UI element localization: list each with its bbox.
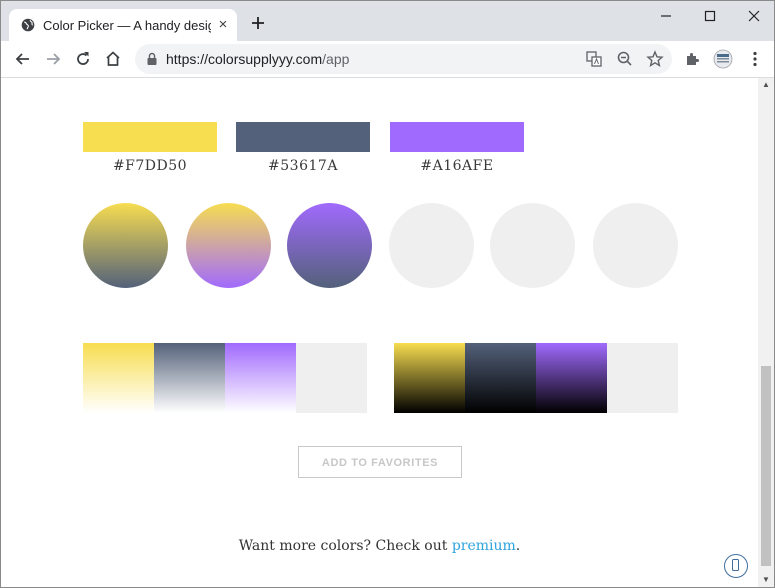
forward-icon[interactable] xyxy=(43,49,63,69)
fade-black-purple[interactable] xyxy=(536,343,607,413)
close-tab-icon[interactable]: × xyxy=(215,17,231,33)
fade-white-purple[interactable] xyxy=(225,343,296,413)
hex-label: #F7DD50 xyxy=(112,158,188,174)
page-scrollbar[interactable]: ▲ ▼ xyxy=(758,78,774,587)
address-bar[interactable]: https://colorsupplyyy.com/app xyxy=(135,44,672,74)
bookmark-star-icon[interactable] xyxy=(645,49,665,69)
swatch-slate[interactable] xyxy=(236,122,370,152)
fade-black-empty xyxy=(607,343,678,413)
fade-white-slate[interactable] xyxy=(154,343,225,413)
gradient-circle-purple-slate[interactable] xyxy=(287,203,372,288)
page-viewport: #F7DD50 #53617A #A16AFE ADD TO FAVORITES… xyxy=(1,78,758,587)
browser-toolbar: https://colorsupplyyy.com/app xyxy=(1,41,774,78)
fade-white-yellow[interactable] xyxy=(83,343,154,413)
new-tab-icon[interactable] xyxy=(249,14,267,32)
translate-icon[interactable] xyxy=(584,49,604,69)
tab-strip: Color Picker — A handy design tool × xyxy=(1,1,774,41)
home-icon[interactable] xyxy=(103,49,123,69)
mobile-app-button[interactable] xyxy=(724,554,748,578)
scroll-up-icon[interactable]: ▲ xyxy=(758,78,774,92)
extensions-icon[interactable] xyxy=(683,49,703,69)
gradient-circle-yellow-purple[interactable] xyxy=(186,203,271,288)
swatch-yellow[interactable] xyxy=(83,122,217,152)
back-icon[interactable] xyxy=(13,49,33,69)
close-window-icon[interactable] xyxy=(745,7,763,25)
fade-white-empty xyxy=(296,343,367,413)
premium-promo: Want more colors? Check out premium. xyxy=(1,538,758,554)
hex-label: #A16AFE xyxy=(420,158,494,174)
browser-tab[interactable]: Color Picker — A handy design tool × xyxy=(9,9,237,41)
globe-icon xyxy=(21,18,35,32)
scrollbar-thumb[interactable] xyxy=(761,366,771,566)
lock-icon[interactable] xyxy=(146,52,158,66)
url-text[interactable]: https://colorsupplyyy.com/app xyxy=(166,51,349,67)
fade-black-slate[interactable] xyxy=(465,343,536,413)
maximize-icon[interactable] xyxy=(701,7,719,25)
profile-avatar-icon[interactable] xyxy=(713,49,733,69)
url-path: /app xyxy=(322,51,350,67)
browser-window: Color Picker — A handy design tool × xyxy=(0,0,775,588)
empty-circle xyxy=(593,203,678,288)
phone-icon xyxy=(732,559,739,571)
tab-title: Color Picker — A handy design tool xyxy=(43,18,211,33)
promo-suffix: . xyxy=(515,538,521,554)
gradient-circle-yellow-slate[interactable] xyxy=(83,203,168,288)
url-host: https://colorsupplyyy.com xyxy=(166,51,323,67)
reload-icon[interactable] xyxy=(73,49,93,69)
minimize-icon[interactable] xyxy=(657,7,675,25)
premium-link[interactable]: premium xyxy=(452,538,516,554)
hex-label: #53617A xyxy=(268,158,338,174)
swatch-purple[interactable] xyxy=(390,122,524,152)
fade-black-yellow[interactable] xyxy=(394,343,465,413)
zoom-icon[interactable] xyxy=(615,49,635,69)
empty-circle xyxy=(490,203,575,288)
menu-icon[interactable] xyxy=(745,49,765,69)
scroll-down-icon[interactable]: ▼ xyxy=(758,573,774,587)
promo-text: Want more colors? Check out xyxy=(238,538,452,554)
add-to-favorites-button[interactable]: ADD TO FAVORITES xyxy=(298,446,462,478)
empty-circle xyxy=(389,203,474,288)
